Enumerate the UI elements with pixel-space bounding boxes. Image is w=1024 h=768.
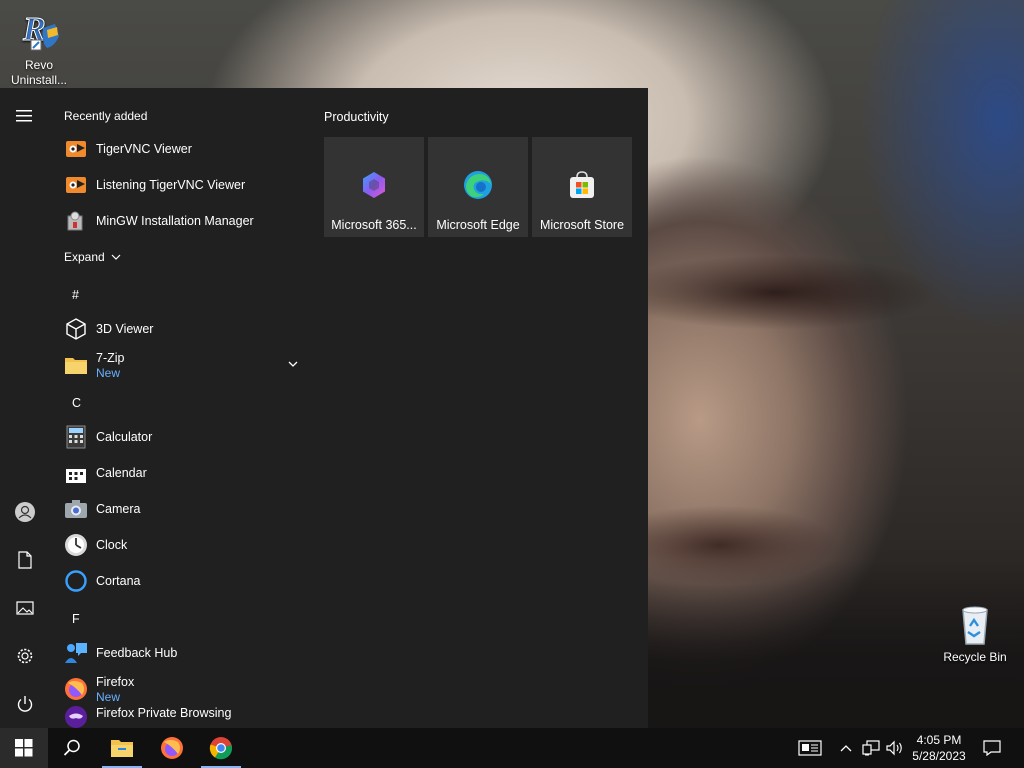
start-button[interactable]: [0, 728, 48, 768]
cube-icon: [64, 317, 88, 341]
clock-date: 5/28/2023: [912, 749, 966, 763]
app-item-clock[interactable]: Clock: [50, 527, 310, 563]
app-item-label: Feedback Hub: [96, 646, 178, 660]
tigervnc-icon: [64, 173, 88, 197]
taskbar-chrome[interactable]: [197, 728, 245, 768]
chevron-down-icon[interactable]: [286, 357, 300, 371]
revo-uninstaller-icon: R: [15, 8, 63, 56]
app-item-label: Firefox: [96, 675, 135, 689]
volume-button[interactable]: [884, 728, 906, 768]
app-item-tigervnc-viewer[interactable]: TigerVNC Viewer: [50, 131, 310, 167]
feedback-icon: [64, 641, 88, 665]
expand-button[interactable]: Expand: [64, 250, 121, 264]
app-item-label: Clock: [96, 538, 128, 552]
m365-icon: [358, 169, 390, 201]
letter-header-f[interactable]: F: [72, 612, 80, 626]
taskbar-file-explorer[interactable]: [98, 728, 146, 768]
show-hidden-icons-button[interactable]: [836, 728, 856, 768]
app-item-firefox-private-browsing[interactable]: Firefox Private Browsing: [50, 705, 310, 728]
document-icon[interactable]: [0, 540, 50, 580]
search-icon: [63, 739, 80, 756]
app-list: Recently added TigerVNC Viewer Listening…: [50, 88, 310, 728]
mingw-icon: [64, 209, 88, 233]
tigervnc-icon: [64, 137, 88, 161]
settings-icon[interactable]: [0, 636, 50, 676]
taskbar-firefox[interactable]: [148, 728, 196, 768]
letter-header-c[interactable]: C: [72, 396, 81, 410]
tile-microsoft-365[interactable]: Microsoft 365...: [324, 137, 424, 237]
edge-icon: [462, 169, 494, 201]
app-item-camera[interactable]: Camera: [50, 491, 310, 527]
new-badge: New: [96, 690, 121, 704]
tile-label: Microsoft Store: [539, 218, 625, 232]
app-item-label: Listening TigerVNC Viewer: [96, 178, 246, 192]
pictures-icon[interactable]: [0, 588, 50, 628]
folder-icon: [64, 353, 88, 377]
tile-microsoft-store[interactable]: Microsoft Store: [532, 137, 632, 237]
desktop-icon-recycle-bin[interactable]: Recycle Bin: [936, 600, 1014, 665]
expand-label: Expand: [64, 250, 105, 264]
app-item-label: Cortana: [96, 574, 141, 588]
app-item-calendar[interactable]: Calendar: [50, 455, 310, 491]
file-explorer-icon: [111, 740, 133, 757]
app-item-label: Firefox Private Browsing: [96, 706, 232, 720]
chrome-icon: [209, 737, 233, 760]
clock-time: 4:05 PM: [916, 733, 962, 747]
app-item-label: 7-Zip: [96, 351, 125, 365]
start-rail: [0, 88, 50, 728]
letter-header-hash[interactable]: #: [72, 288, 79, 302]
firefox-icon: [161, 737, 183, 759]
notification-icon: [983, 740, 1001, 756]
tile-label: Microsoft 365...: [331, 218, 417, 232]
camera-icon: [64, 497, 88, 521]
app-item-label: MinGW Installation Manager: [96, 214, 254, 228]
app-item-calculator[interactable]: Calculator: [50, 419, 310, 455]
app-item-cortana[interactable]: Cortana: [50, 563, 310, 599]
volume-icon: [886, 740, 902, 756]
tile-microsoft-edge[interactable]: Microsoft Edge: [428, 137, 528, 237]
store-icon: [566, 169, 598, 201]
action-center-button[interactable]: [978, 728, 1006, 768]
start-menu: Recently added TigerVNC Viewer Listening…: [0, 88, 648, 728]
app-item-label: Calculator: [96, 430, 153, 444]
desktop-icon-revo-uninstaller[interactable]: R Revo Uninstall...: [0, 8, 78, 88]
hamburger-icon[interactable]: [0, 96, 50, 136]
news-button[interactable]: [796, 728, 824, 768]
app-item-3d-viewer[interactable]: 3D Viewer: [50, 311, 310, 347]
wallpaper-shade: [640, 255, 940, 330]
news-icon: [798, 740, 822, 756]
firefox-private-icon: [64, 705, 88, 728]
app-item-label: Calendar: [96, 466, 147, 480]
calculator-icon: [64, 425, 88, 449]
taskbar: 4:05 PM 5/28/2023: [0, 728, 1024, 768]
clock-icon: [64, 533, 88, 557]
power-icon[interactable]: [0, 684, 50, 724]
recently-added-heading: Recently added: [64, 109, 148, 123]
user-icon[interactable]: [0, 492, 50, 532]
network-button[interactable]: [860, 728, 882, 768]
start-icon: [15, 739, 33, 757]
app-item-mingw-installation-manager[interactable]: MinGW Installation Manager: [50, 203, 310, 239]
app-item-label: Camera: [96, 502, 141, 516]
calendar-icon: [64, 461, 88, 485]
app-item-listening-tigervnc-viewer[interactable]: Listening TigerVNC Viewer: [50, 167, 310, 203]
desktop-icon-label: Recycle Bin: [943, 650, 1007, 664]
firefox-icon: [64, 677, 88, 701]
app-item-firefox[interactable]: Firefox New: [50, 671, 310, 707]
tile-label: Microsoft Edge: [436, 218, 520, 232]
app-item-label: TigerVNC Viewer: [96, 142, 192, 156]
app-item-7-zip[interactable]: 7-Zip New: [50, 347, 310, 383]
desktop-icon-label: Revo Uninstall...: [10, 58, 68, 87]
app-item-label: 3D Viewer: [96, 322, 154, 336]
search-button[interactable]: [48, 728, 96, 768]
tile-group-title[interactable]: Productivity: [324, 110, 389, 124]
app-item-feedback-hub[interactable]: Feedback Hub: [50, 635, 310, 671]
new-badge: New: [96, 366, 121, 380]
chevron-up-icon: [840, 745, 852, 752]
cortana-icon: [64, 569, 88, 593]
network-icon: [862, 740, 880, 756]
taskbar-clock[interactable]: 4:05 PM 5/28/2023: [904, 732, 974, 764]
recycle-bin-icon: [951, 600, 999, 648]
chevron-down-icon: [111, 254, 121, 260]
